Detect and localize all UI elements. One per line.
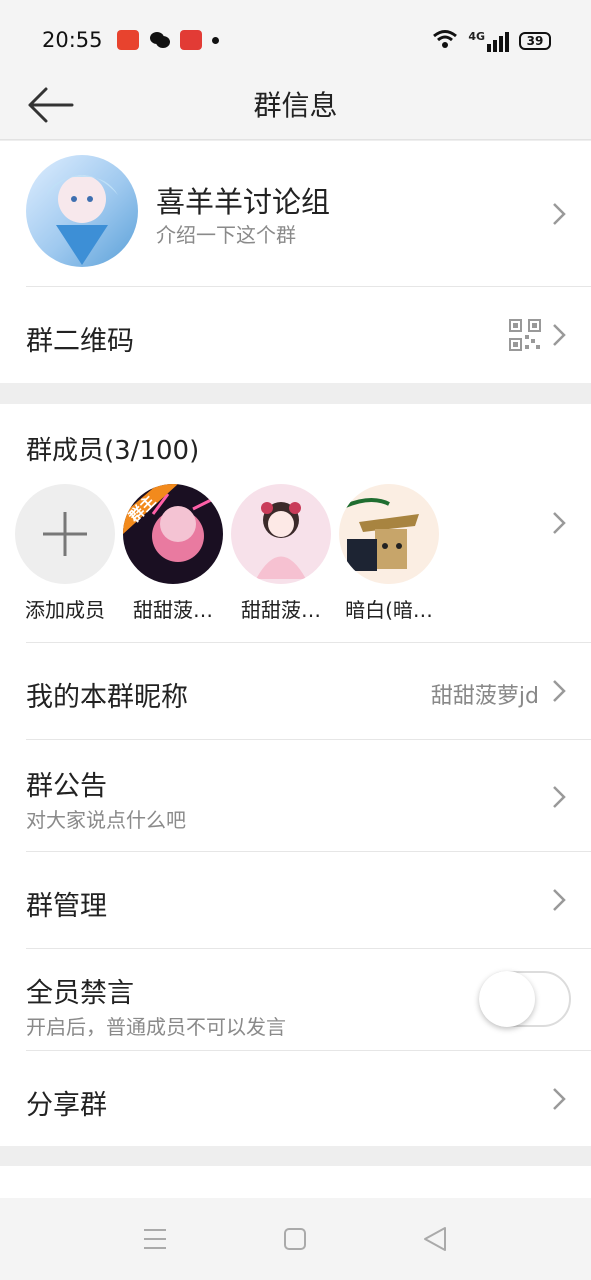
group-notice-label: 群公告: [26, 771, 107, 802]
add-member-avatar: [15, 484, 115, 584]
group-manage-label: 群管理: [26, 891, 107, 922]
more-notifications-dot: [212, 37, 219, 44]
wechat-icon: [149, 30, 171, 50]
member-avatar: [339, 484, 439, 584]
wifi-icon: [432, 28, 458, 54]
mute-all-label: 全员禁言: [26, 978, 134, 1009]
page-title: 群信息: [253, 89, 338, 122]
chevron-right-icon: [553, 680, 566, 702]
chevron-right-icon: [553, 1088, 566, 1110]
add-member-label: 添加成员: [25, 598, 105, 622]
toggle-knob: [479, 971, 535, 1027]
member-name: 甜甜菠…: [241, 598, 321, 622]
qr-code-label: 群二维码: [26, 326, 134, 357]
home-icon[interactable]: [283, 1227, 307, 1251]
qr-code-icon: [509, 319, 541, 351]
share-group-row[interactable]: 分享群: [0, 1051, 591, 1146]
member-avatar: [231, 484, 331, 584]
next-card: [0, 1166, 591, 1198]
member-name: 甜甜菠…: [133, 598, 213, 622]
group-notice-row[interactable]: 群公告 对大家说点什么吧: [0, 740, 591, 851]
network-type: 4G: [468, 30, 485, 43]
mute-all-row: 全员禁言 开启后，普通成员不可以发言: [0, 949, 591, 1050]
status-time: 20:55: [42, 28, 103, 52]
group-nickname-value: 甜甜菠萝jd: [430, 684, 539, 709]
back-icon[interactable]: [422, 1225, 448, 1253]
group-intro: 介绍一下这个群: [156, 223, 296, 247]
group-nickname-label: 我的本群昵称: [26, 682, 188, 713]
group-manage-row[interactable]: 群管理: [0, 852, 591, 948]
mute-all-toggle[interactable]: [479, 971, 571, 1027]
chevron-right-icon: [553, 786, 566, 808]
group-name: 喜羊羊讨论组: [156, 185, 331, 219]
toutiao-icon: [180, 30, 202, 50]
group-notice-sub: 对大家说点什么吧: [26, 808, 186, 832]
member-name: 暗白(暗…: [345, 598, 433, 622]
status-bar: 20:55 4G 39: [0, 0, 591, 70]
system-nav-bar: [0, 1198, 591, 1280]
app-notification-icon: [117, 30, 139, 50]
top-bar: 群信息: [0, 70, 591, 140]
group-info-card: 喜羊羊讨论组 介绍一下这个群 群二维码: [0, 141, 591, 383]
members-title: 群成员(3/100): [26, 436, 200, 466]
group-settings-card: 群成员(3/100) 添加成员 群主 甜甜菠… 甜甜菠… 暗白(暗… 我的本群昵…: [0, 404, 591, 1146]
signal-icon: 4G: [468, 30, 509, 52]
chevron-right-icon: [553, 324, 566, 346]
plus-icon: [43, 512, 87, 556]
mute-all-sub: 开启后，普通成员不可以发言: [26, 1015, 286, 1039]
group-profile-row[interactable]: 喜羊羊讨论组 介绍一下这个群: [0, 141, 591, 286]
status-indicators: 4G 39: [432, 28, 551, 54]
menu-icon[interactable]: [142, 1227, 168, 1251]
members-section[interactable]: 群成员(3/100) 添加成员 群主 甜甜菠… 甜甜菠… 暗白(暗…: [0, 404, 591, 642]
qr-code-row[interactable]: 群二维码: [0, 287, 591, 383]
chevron-right-icon: [553, 203, 566, 225]
chevron-right-icon: [553, 512, 566, 534]
share-group-label: 分享群: [26, 1090, 107, 1121]
group-avatar: [26, 155, 138, 267]
group-nickname-row[interactable]: 我的本群昵称 甜甜菠萝jd: [0, 643, 591, 739]
battery-indicator: 39: [519, 32, 551, 50]
chevron-right-icon: [553, 889, 566, 911]
